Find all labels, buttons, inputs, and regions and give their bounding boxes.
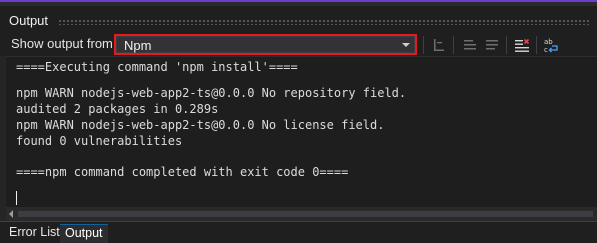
next-message-button[interactable] <box>481 34 503 55</box>
panel-title: Output <box>9 13 49 28</box>
output-line: npm WARN nodejs-web-app2-ts@0.0.0 No rep… <box>16 86 407 100</box>
panel-titlebar: Output <box>0 6 597 33</box>
show-output-label: Show output from: <box>11 36 117 51</box>
output-text-area[interactable]: ====Executing command 'npm install'==== … <box>6 56 597 208</box>
toolbar-separator <box>506 36 507 54</box>
tab-error-list[interactable]: Error List <box>4 224 65 243</box>
word-wrap-button[interactable]: ab c <box>540 34 562 55</box>
find-message-icon <box>434 38 444 51</box>
toolbar-separator <box>423 36 424 54</box>
scrollbar-thumb[interactable] <box>18 211 593 217</box>
bottom-tab-bar: Error List Output <box>0 221 597 243</box>
next-message-icon <box>486 39 498 49</box>
svg-text:c: c <box>544 46 548 53</box>
output-toolbar: Show output from: Npm ab c <box>0 33 597 56</box>
output-line: ====Executing command 'npm install'==== <box>16 60 298 74</box>
previous-message-button[interactable] <box>459 34 481 55</box>
horizontal-scrollbar[interactable] <box>6 207 597 221</box>
text-cursor <box>16 191 17 205</box>
clear-all-icon <box>515 38 530 52</box>
word-wrap-icon: ab c <box>544 38 558 53</box>
svg-text:ab: ab <box>544 38 553 46</box>
output-source-value: Npm <box>124 38 152 53</box>
output-line: audited 2 packages in 0.289s <box>16 102 219 116</box>
output-line: npm WARN nodejs-web-app2-ts@0.0.0 No lic… <box>16 118 385 132</box>
find-message-button[interactable] <box>428 34 450 55</box>
drag-grip[interactable] <box>58 19 589 25</box>
output-line: found 0 vulnerabilities <box>16 134 183 148</box>
toolbar-separator <box>536 36 537 54</box>
chevron-down-icon <box>402 43 410 47</box>
clear-all-button[interactable] <box>511 34 533 55</box>
scroll-left-icon[interactable] <box>9 210 13 218</box>
output-line: ====npm command completed with exit code… <box>16 165 349 179</box>
toolbar-separator <box>453 36 454 54</box>
output-source-dropdown[interactable]: Npm <box>114 34 417 55</box>
previous-message-icon <box>464 39 476 49</box>
tab-output[interactable]: Output <box>60 224 108 243</box>
